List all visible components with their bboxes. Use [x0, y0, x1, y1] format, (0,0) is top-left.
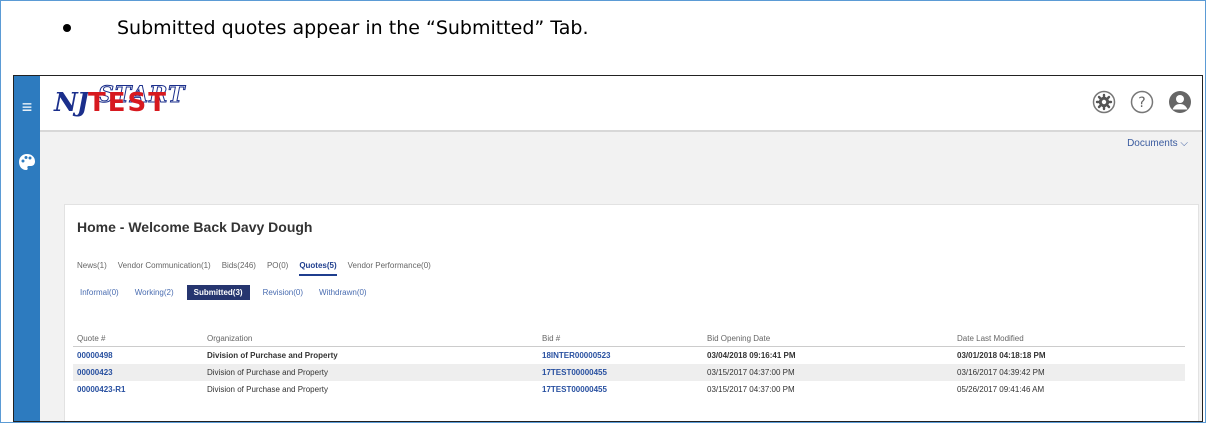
subtab-informal[interactable]: Informal(0) — [77, 285, 122, 300]
header-icons: ? — [1092, 90, 1192, 114]
documents-menu[interactable]: Documents ⌵ — [1127, 138, 1188, 149]
column-header-organization[interactable]: Organization — [203, 331, 538, 347]
logo-test-overlay: TEST — [88, 88, 168, 118]
bid-opening-date-cell: 03/15/2017 04:37:00 PM — [703, 364, 953, 381]
organization-cell: Division of Purchase and Property — [203, 364, 538, 381]
table-header-row: Quote # Organization Bid # Bid Opening D… — [73, 331, 1185, 347]
palette-icon[interactable] — [17, 152, 37, 172]
table-row[interactable]: 00000498 Division of Purchase and Proper… — [73, 347, 1185, 365]
date-last-modified-cell: 05/26/2017 09:41:46 AM — [957, 385, 1045, 394]
organization-cell: Division of Purchase and Property — [207, 351, 338, 360]
svg-text:?: ? — [1138, 95, 1145, 111]
column-header-bid[interactable]: Bid # — [538, 331, 703, 347]
logo-nj: NJ — [54, 88, 89, 118]
bullet-dot — [63, 24, 71, 32]
column-header-quote[interactable]: Quote # — [73, 331, 203, 347]
column-header-date-last-modified[interactable]: Date Last Modified — [953, 331, 1185, 347]
document-frame: Submitted quotes appear in the “Submitte… — [0, 0, 1206, 423]
app-header: NJ START TEST ? — [40, 76, 1202, 132]
bid-number-link[interactable]: 18INTER00000523 — [538, 347, 703, 365]
help-icon[interactable]: ? — [1130, 90, 1154, 114]
caption-text: Submitted quotes appear in the “Submitte… — [117, 17, 589, 39]
quote-number-link[interactable]: 00000423-R1 — [73, 381, 203, 398]
bid-opening-date-cell: 03/04/2018 09:16:41 PM — [707, 351, 796, 360]
njstart-logo[interactable]: NJ START TEST — [54, 82, 224, 122]
quote-number-link[interactable]: 00000423 — [73, 364, 203, 381]
gear-icon[interactable] — [1092, 90, 1116, 114]
date-last-modified-cell: 03/01/2018 04:18:18 PM — [957, 351, 1046, 360]
tab-vendor-performance[interactable]: Vendor Performance(0) — [348, 261, 431, 276]
app-screenshot: ≡ NJ START TEST ? Documents ⌵ Home - Wel… — [13, 75, 1203, 422]
bid-number-link[interactable]: 17TEST00000455 — [538, 381, 703, 398]
table-row[interactable]: 00000423-R1 Division of Purchase and Pro… — [73, 381, 1185, 398]
left-rail: ≡ — [14, 76, 40, 421]
hamburger-icon[interactable]: ≡ — [20, 98, 34, 116]
tab-vendor-communication[interactable]: Vendor Communication(1) — [118, 261, 211, 276]
quotes-table: Quote # Organization Bid # Bid Opening D… — [73, 331, 1185, 398]
tab-news[interactable]: News(1) — [77, 261, 107, 276]
date-last-modified-cell: 03/16/2017 04:39:42 PM — [953, 364, 1185, 381]
bid-number-link[interactable]: 17TEST00000455 — [538, 364, 703, 381]
organization-cell: Division of Purchase and Property — [207, 385, 328, 394]
bid-opening-date-cell: 03/15/2017 04:37:00 PM — [707, 385, 795, 394]
subtab-withdrawn[interactable]: Withdrawn(0) — [316, 285, 370, 300]
user-icon[interactable] — [1168, 90, 1192, 114]
column-header-bid-opening-date[interactable]: Bid Opening Date — [703, 331, 953, 347]
tab-po[interactable]: PO(0) — [267, 261, 288, 276]
quote-subtabs: Informal(0) Working(2) Submitted(3) Revi… — [77, 285, 370, 300]
table-row[interactable]: 00000423 Division of Purchase and Proper… — [73, 364, 1185, 381]
tab-bids[interactable]: Bids(246) — [222, 261, 256, 276]
subtab-revision[interactable]: Revision(0) — [260, 285, 306, 300]
subtab-submitted[interactable]: Submitted(3) — [186, 285, 250, 300]
main-tabs: News(1) Vendor Communication(1) Bids(246… — [77, 261, 431, 276]
subtab-working[interactable]: Working(2) — [132, 285, 177, 300]
tab-quotes[interactable]: Quotes(5) — [299, 261, 337, 276]
caption-bullet: Submitted quotes appear in the “Submitte… — [63, 13, 589, 43]
page-title: Home - Welcome Back Davy Dough — [77, 219, 313, 235]
quote-number-link[interactable]: 00000498 — [73, 347, 203, 365]
home-card: Home - Welcome Back Davy Dough News(1) V… — [64, 204, 1199, 421]
